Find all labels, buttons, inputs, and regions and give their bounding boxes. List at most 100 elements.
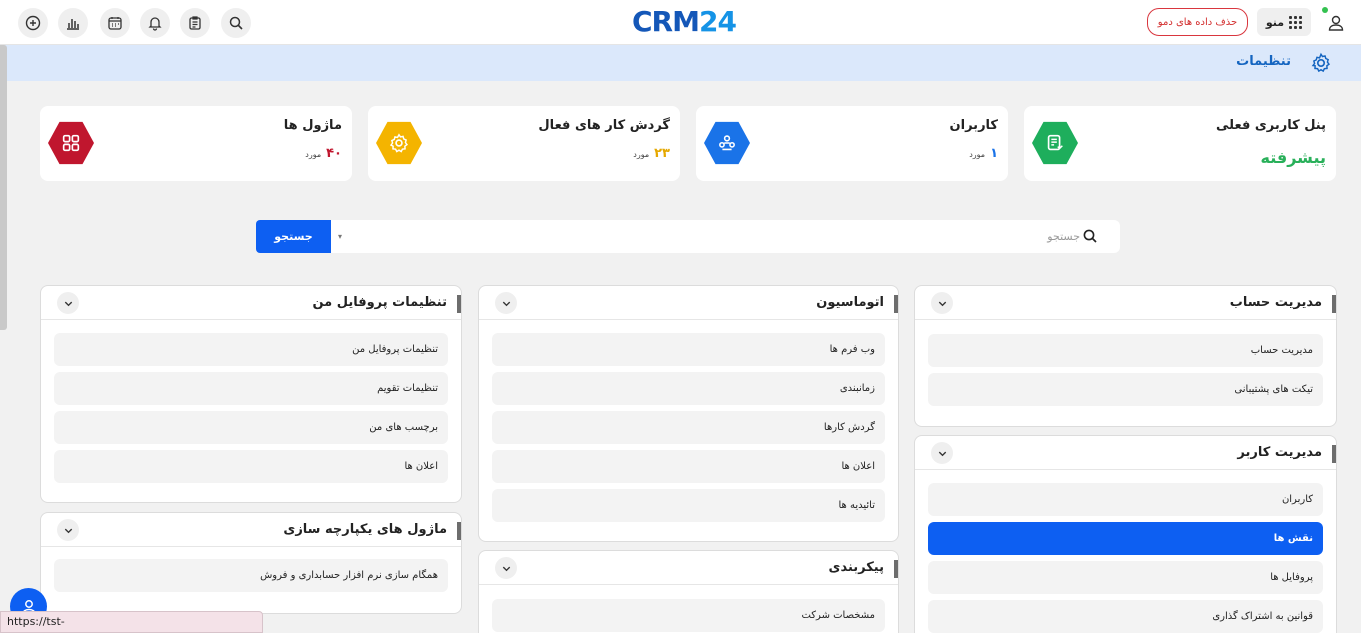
panel-header[interactable]: مدیریت کاربر [915,436,1336,470]
panel-accent-bar [457,522,461,540]
panel-account-management: مدیریت حساب مدیریت حساب تیکت های پشتیبان… [914,285,1337,427]
panel-my-profile-settings: تنظیمات پروفایل من تنظیمات پروفایل من تن… [40,285,462,503]
search-button[interactable]: جستجو [256,220,331,253]
stat-title: پنل کاربری فعلی [1216,118,1326,133]
stat-title: کاربران [949,118,998,133]
search-icon [1083,229,1097,243]
stat-value: ۲۳ [654,146,670,161]
list-item[interactable]: مدیریت حساب [928,334,1323,367]
stat-card-current-panel[interactable]: پنل کاربری فعلی پیشرفته [1024,106,1336,181]
panel-accent-bar [1332,445,1336,463]
notifications-button[interactable] [140,8,170,38]
global-search-button[interactable] [221,8,251,38]
stat-value-row: ۱ مورد [969,146,998,161]
panel-title: مدیریت کاربر [1237,445,1322,460]
user-icon [1328,15,1344,31]
stat-title: گردش کار های فعال [538,118,670,133]
settings-search-bar: جستجو ▾ [256,220,1120,253]
logo-text: CRM [632,5,700,38]
gear-icon [376,121,422,165]
collapse-toggle[interactable] [57,292,79,314]
chevron-down-icon [938,301,946,306]
logo-number: 24 [698,5,737,38]
collapse-toggle[interactable] [931,442,953,464]
stat-card-active-workflows[interactable]: گردش کار های فعال ۲۳ مورد [368,106,680,181]
panel-accent-bar [894,560,898,578]
stat-unit: مورد [969,150,986,159]
page-title: تنظیمات [1236,54,1291,69]
list-item[interactable]: اعلان ها [492,450,885,483]
menu-button[interactable]: منو [1257,8,1311,36]
panel-title: ماژول های یکپارچه سازی [283,522,447,537]
online-status-dot [1322,7,1328,13]
list-item-active[interactable]: نقش ها [928,522,1323,555]
tasks-button[interactable] [180,8,210,38]
list-item[interactable]: قوانین به اشتراک گذاری [928,600,1323,633]
panel-header[interactable]: پیکربندی [479,551,898,585]
stat-value-row: ۲۳ مورد [633,146,670,161]
delete-demo-data-button[interactable]: حذف داده های دمو [1147,8,1248,36]
panel-automation: اتوماسیون وب فرم ها زمانبندی گردش کارها … [478,285,899,542]
bell-icon [148,17,162,31]
list-item[interactable]: تنظیمات تقویم [54,372,448,405]
add-icon [25,15,41,31]
chevron-down-icon [938,451,946,456]
users-icon [704,121,750,165]
grid-icon [1289,15,1303,29]
list-item[interactable]: برچسب های من [54,411,448,444]
panel-accent-bar [894,295,898,313]
collapse-toggle[interactable] [495,557,517,579]
stat-value: پیشرفته [1260,148,1326,167]
document-icon [1032,121,1078,165]
list-item[interactable]: گردش کارها [492,411,885,444]
chart-icon [67,19,79,30]
chevron-down-icon [64,301,72,306]
reports-button[interactable] [58,8,88,38]
user-account-button[interactable] [1322,9,1350,37]
collapse-toggle[interactable] [495,292,517,314]
panel-integration-modules: ماژول های یکپارچه سازی همگام سازی نرم اف… [40,512,462,614]
panel-configuration: پیکربندی مشخصات شرکت [478,550,899,633]
stat-unit: مورد [305,150,322,159]
add-button[interactable] [18,8,48,38]
stat-title: ماژول ها [283,118,342,133]
calendar-icon [108,17,122,30]
list-item[interactable]: زمانبندی [492,372,885,405]
caret-down-icon[interactable]: ▾ [338,232,342,241]
clipboard-icon [189,16,201,30]
panel-header[interactable]: اتوماسیون [479,286,898,320]
list-item[interactable]: مشخصات شرکت [492,599,885,632]
panel-accent-bar [457,295,461,313]
breadcrumb-bar: تنظیمات [0,45,1361,81]
calendar-button[interactable] [100,8,130,38]
list-item[interactable]: تنظیمات پروفایل من [54,333,448,366]
status-url: https://tst-dmoo.crm24.io/settings/Roles… [0,611,263,633]
list-item[interactable]: وب فرم ها [492,333,885,366]
panel-title: پیکربندی [828,560,884,575]
list-item[interactable]: همگام سازی نرم افزار حسابداری و فروش [54,559,448,592]
list-item[interactable]: کاربران [928,483,1323,516]
chevron-down-icon [502,566,510,571]
list-item[interactable]: تائیدیه ها [492,489,885,522]
stat-value-row: ۴۰ مورد [305,146,342,161]
search-input[interactable] [380,226,1080,246]
stat-card-modules[interactable]: ماژول ها ۴۰ مورد [40,106,352,181]
menu-label: منو [1265,15,1285,29]
panel-header[interactable]: مدیریت حساب [915,286,1336,320]
stat-card-users[interactable]: کاربران ۱ مورد [696,106,1008,181]
list-item[interactable]: تیکت های پشتیبانی [928,373,1323,406]
panel-header[interactable]: تنظیمات پروفایل من [41,286,461,320]
list-item[interactable]: پروفایل ها [928,561,1323,594]
chevron-down-icon [502,301,510,306]
panel-header[interactable]: ماژول های یکپارچه سازی [41,513,461,547]
panel-user-management: مدیریت کاربر کاربران نقش ها پروفایل ها ق… [914,435,1337,633]
stat-unit: مورد [633,150,650,159]
collapse-toggle[interactable] [931,292,953,314]
chevron-down-icon [64,528,72,533]
window-scrollbar[interactable] [0,45,7,330]
crm24-logo[interactable]: CRM24 [632,5,737,39]
list-item[interactable]: اعلان ها [54,450,448,483]
panel-accent-bar [1332,295,1336,313]
search-icon [229,16,243,30]
collapse-toggle[interactable] [57,519,79,541]
